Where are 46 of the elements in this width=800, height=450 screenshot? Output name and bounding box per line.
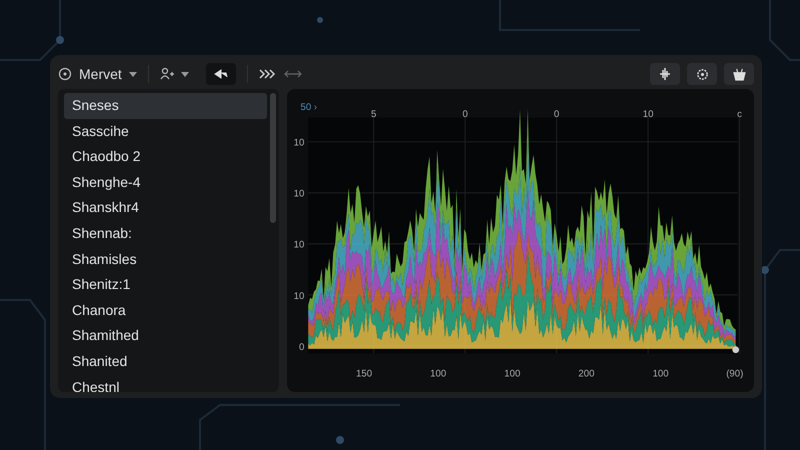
axis-tick-label: 10 [294,290,304,302]
axis-tick-label: 100 [430,368,446,380]
axis-tick-label: 10 [294,240,304,251]
axis-tick-label: 10 [294,188,304,200]
settings-button[interactable] [687,63,717,85]
axis-tick-label: 150 [356,368,372,380]
axis-tick-label: 10 [642,108,654,120]
axis-tick-label: 10 [294,138,304,149]
waveform-icon [658,68,672,80]
axis-corner-label[interactable]: 50 › [300,102,318,114]
axis-tick-label: 0 [462,108,468,120]
axis-tick-label: 100 [652,368,669,380]
axis-tick-label: (90) [726,368,744,380]
axis-tick-label: 5 [370,108,376,120]
axis-tick-label: 100 [504,368,520,380]
settings-icon [696,68,708,80]
axis-tick-label: 0 [298,342,304,353]
sidebar-item[interactable]: Sneses [64,93,267,119]
caret-icon[interactable] [128,72,137,76]
back-arrow-icon [214,69,228,79]
waveform-button[interactable] [650,63,680,85]
sidebar-item[interactable]: Chestnl [64,374,267,392]
user-icon[interactable] [160,67,174,81]
sidebar-item[interactable]: Chaodbo 2 [64,144,267,170]
fast-forward-icon[interactable] [258,69,277,79]
axis-tick-label: 0 [554,108,560,120]
back-button[interactable] [206,63,236,85]
sidebar-item[interactable]: Shamithed [64,323,267,349]
sidebar-item[interactable]: Shenghe-4 [64,170,267,196]
sidebar-item[interactable]: Shanskhr4 [64,195,267,221]
scrollbar-thumb[interactable] [270,93,276,223]
sidebar-item[interactable]: Shenitz:1 [64,272,267,298]
sidebar-item[interactable]: Chanora [64,298,267,324]
range-handle[interactable] [732,346,740,354]
sidebar-item[interactable]: Shanited [64,348,267,375]
axis-tick-label: c [737,108,742,120]
sidebar-item[interactable]: Shamisles [64,246,267,272]
circle-icon[interactable] [58,67,72,81]
sidebar-item[interactable]: Shennab: [64,220,267,247]
sidebar-item[interactable]: Sasscihe [64,118,267,144]
caret-icon[interactable] [180,72,189,76]
resize-arrows-icon[interactable] [284,69,302,79]
title-dropdown[interactable]: Mervet [79,66,122,82]
bucket-button[interactable] [724,63,754,85]
axis-tick-label: 200 [578,368,594,380]
bucket-icon [732,68,746,80]
